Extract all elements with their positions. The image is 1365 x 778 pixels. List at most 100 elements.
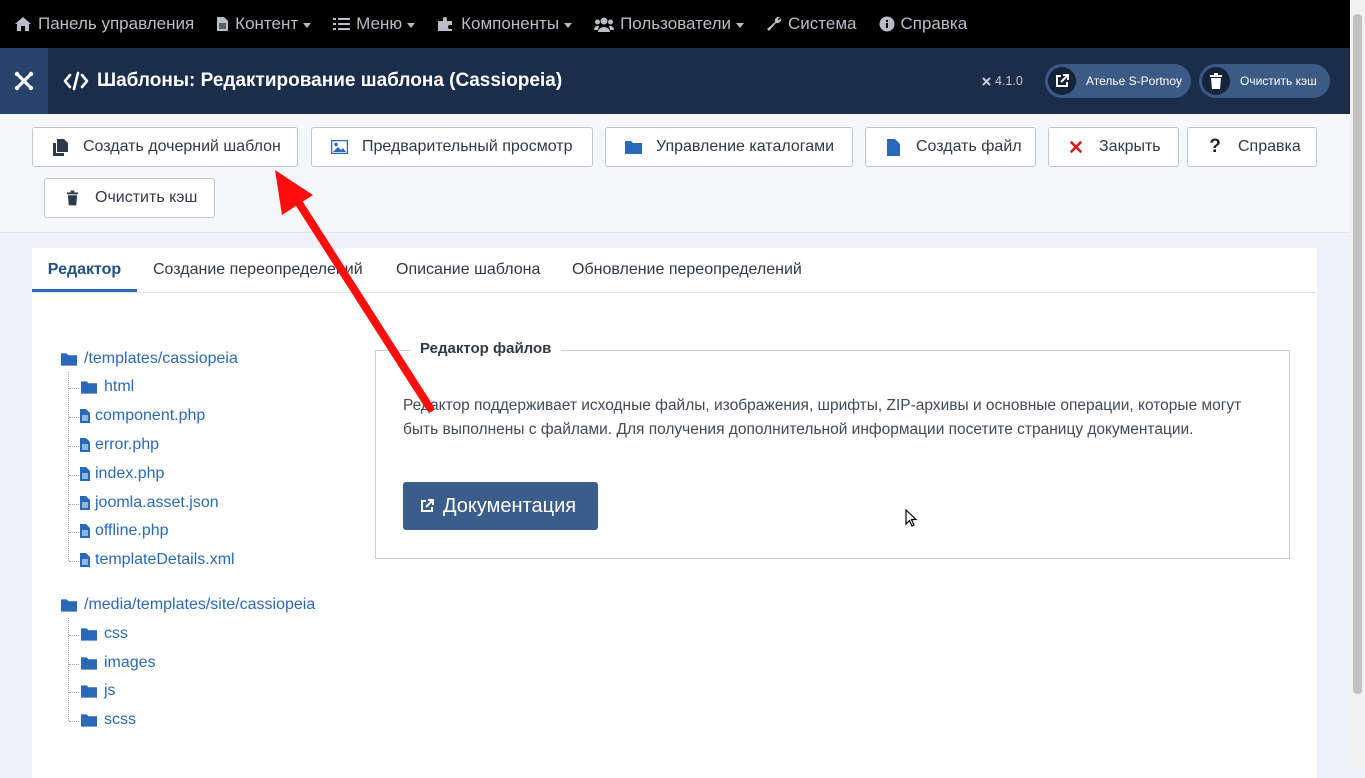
tree-line [69, 388, 79, 389]
create-file-button[interactable]: Создать файл [865, 127, 1036, 167]
menu-users[interactable]: Пользователи [594, 0, 745, 48]
tab-create-overrides[interactable]: Создание переопределений [153, 248, 363, 292]
tree-line [69, 504, 79, 505]
tree-line [69, 635, 79, 636]
question-icon: ? [1209, 136, 1221, 157]
menu-help[interactable]: Справка [879, 0, 968, 48]
file-icon [80, 409, 90, 423]
tab-editor-label: Редактор [47, 261, 122, 278]
clear-cache-header-button[interactable]: Очистить кэш [1199, 64, 1330, 98]
tree-line [69, 721, 79, 722]
joomla-logo[interactable] [0, 48, 48, 114]
tree-folder-html[interactable]: html [81, 378, 134, 396]
documentation-label: Документация [443, 494, 577, 517]
copy-icon [52, 138, 68, 156]
folder-icon [81, 628, 97, 641]
clear-cache-button[interactable]: Очистить кэш [44, 178, 215, 218]
menu-components-label: Компоненты [461, 14, 560, 33]
users-icon [594, 17, 615, 32]
file-icon [217, 17, 229, 31]
menu-dashboard[interactable]: Панель управления [14, 0, 194, 48]
tree-line [69, 446, 79, 447]
folder-icon [81, 657, 97, 670]
folder-icon [81, 381, 97, 394]
preview-label: Предварительный просмотр [362, 138, 573, 155]
tab-update-overrides[interactable]: Обновление переопределений [572, 248, 802, 292]
tree-folder-label: /media/templates/site/cassiopeia [84, 596, 316, 613]
page-header: Шаблоны: Редактирование шаблона (Cassiop… [0, 48, 1350, 114]
menu-content[interactable]: Контент [216, 0, 312, 48]
chevron-down-icon [564, 22, 573, 28]
page-title: Шаблоны: Редактирование шаблона (Cassiop… [63, 48, 562, 114]
tree-file-label: index.php [95, 465, 165, 482]
external-link-icon [1048, 67, 1076, 95]
trash-icon [1202, 67, 1230, 95]
tree-folder-js[interactable]: js [81, 682, 116, 700]
mouse-cursor-icon [905, 509, 918, 527]
view-site-button[interactable]: Ателье S-Portnoy [1045, 64, 1191, 98]
folder-icon [61, 599, 77, 612]
tree-file[interactable]: index.php [80, 465, 164, 483]
tree-file[interactable]: error.php [80, 436, 159, 454]
folder-icon [81, 714, 97, 727]
tree-line [69, 692, 79, 693]
tree-line [68, 618, 69, 721]
page-scrollbar[interactable] [1350, 0, 1365, 767]
tree-folder-label: css [104, 625, 128, 642]
clear-cache-label: Очистить кэш [95, 189, 198, 206]
file-icon [80, 496, 90, 510]
menu-menus[interactable]: Меню [333, 0, 416, 48]
tree-folder-css[interactable]: css [81, 625, 128, 643]
file-icon [80, 438, 90, 452]
tree-folder-label: scss [104, 711, 136, 728]
tree-folder-scss[interactable]: scss [81, 711, 136, 729]
version-info: 4.1.0 [981, 48, 1023, 114]
file-editor-description: Редактор поддерживает исходные файлы, из… [403, 397, 1242, 438]
tree-folder-images[interactable]: images [81, 654, 156, 672]
menu-system[interactable]: Система [766, 0, 857, 48]
tree-folder-templates-cassiopeia[interactable]: /templates/cassiopeia [61, 350, 238, 368]
help-button[interactable]: ? Справка [1187, 127, 1317, 167]
file-icon [80, 524, 90, 538]
file-icon [80, 467, 90, 481]
puzzle-icon [438, 17, 453, 31]
help-label: Справка [1238, 138, 1301, 155]
page-title-text: Шаблоны: Редактирование шаблона (Cassiop… [97, 70, 563, 91]
tree-file[interactable]: joomla.asset.json [80, 494, 219, 512]
tab-update-overrides-label: Обновление переопределений [572, 261, 802, 278]
folder-icon [81, 685, 97, 698]
close-label: Закрыть [1099, 138, 1161, 155]
tab-bar: Редактор Создание переопределений Описан… [32, 248, 1317, 293]
preview-button[interactable]: Предварительный просмотр [311, 127, 593, 167]
tree-file[interactable]: templateDetails.xml [80, 551, 235, 569]
code-icon [63, 71, 89, 91]
close-button[interactable]: Закрыть [1048, 127, 1179, 167]
close-icon [1070, 141, 1082, 153]
create-child-template-button[interactable]: Создать дочерний шаблон [32, 127, 298, 167]
tree-file-label: joomla.asset.json [95, 494, 219, 511]
tree-file[interactable]: offline.php [80, 522, 169, 540]
tree-file-label: error.php [95, 436, 160, 453]
tree-folder-label: html [104, 378, 135, 395]
menu-components[interactable]: Компоненты [437, 0, 573, 48]
chevron-down-icon [407, 22, 416, 28]
tree-folder-media-cassiopeia[interactable]: /media/templates/site/cassiopeia [61, 596, 315, 614]
menu-content-label: Контент [235, 14, 299, 33]
scrollbar-thumb[interactable] [1353, 14, 1362, 694]
wrench-icon [767, 16, 782, 31]
menu-menus-label: Меню [356, 14, 403, 33]
create-file-label: Создать файл [916, 138, 1022, 155]
tree-file[interactable]: component.php [80, 407, 205, 425]
manage-folders-label: Управление каталогами [656, 138, 835, 155]
tab-editor[interactable]: Редактор [32, 248, 137, 292]
version-text: 4.1.0 [995, 74, 1023, 88]
documentation-button[interactable]: Документация [403, 482, 598, 530]
folder-icon [61, 353, 77, 366]
file-icon [886, 138, 900, 156]
menu-users-label: Пользователи [620, 14, 732, 33]
manage-folders-button[interactable]: Управление каталогами [605, 127, 853, 167]
trash-icon [66, 190, 78, 206]
view-site-label: Ателье S-Portnoy [1086, 74, 1182, 88]
tab-template-description[interactable]: Описание шаблона [396, 248, 540, 292]
menu-help-label: Справка [900, 14, 968, 33]
